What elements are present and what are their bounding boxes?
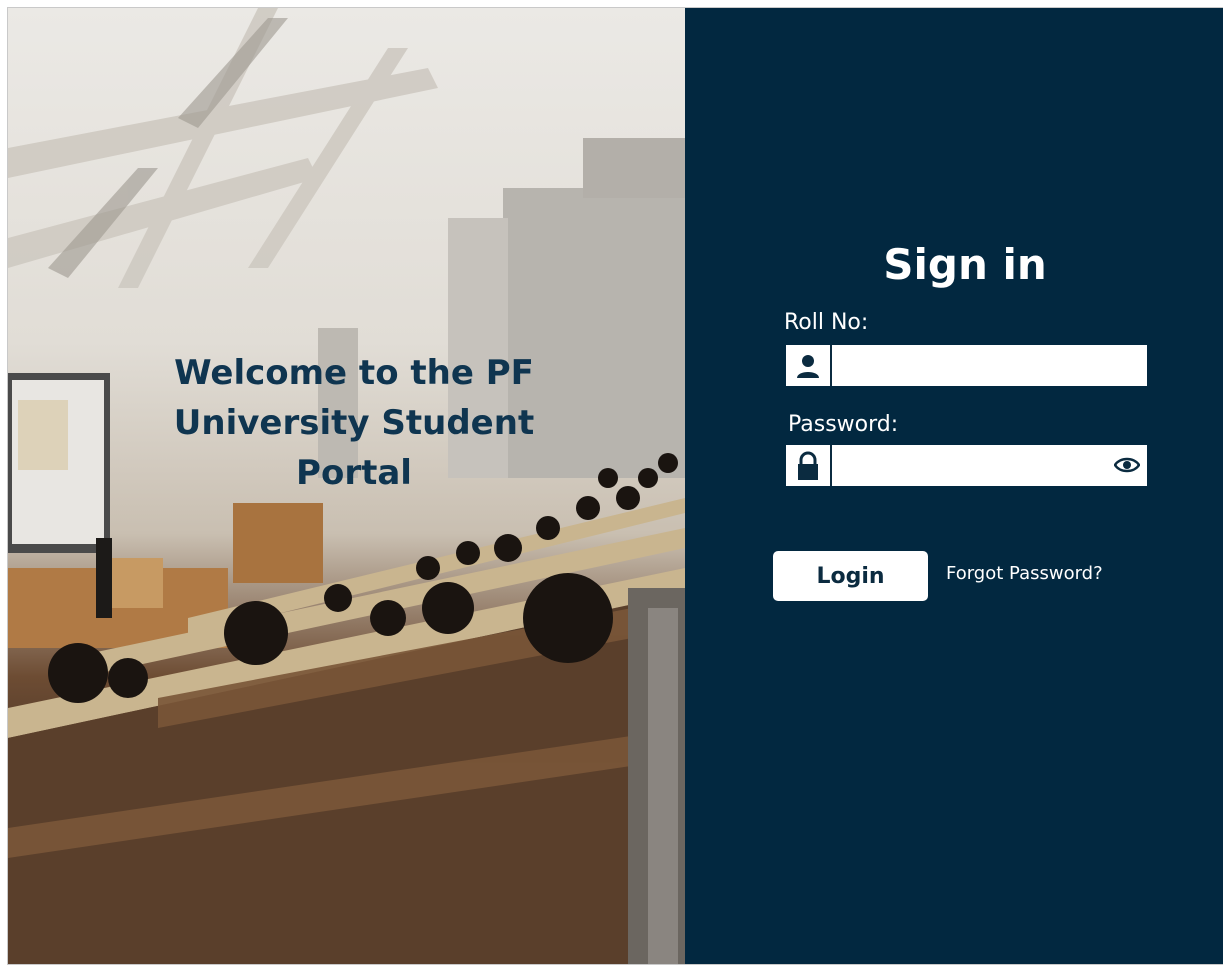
lecture-hall-photo: Welcome to the PF University Student Por… <box>8 8 685 964</box>
user-icon <box>786 345 832 386</box>
sign-in-title: Sign in <box>883 240 1047 289</box>
roll-no-input[interactable] <box>834 345 1147 386</box>
password-label: Password: <box>788 412 899 437</box>
lock-icon <box>786 445 832 486</box>
eye-icon[interactable] <box>1113 453 1141 477</box>
roll-no-field <box>786 345 1147 386</box>
password-input[interactable] <box>834 445 1104 486</box>
roll-no-label: Roll No: <box>784 310 869 335</box>
forgot-password-link[interactable]: Forgot Password? <box>946 563 1103 584</box>
welcome-heading: Welcome to the PF University Student Por… <box>173 353 535 493</box>
login-button[interactable]: Login <box>773 551 928 601</box>
sign-in-panel: Sign in <box>685 8 1223 964</box>
password-field <box>786 445 1147 486</box>
